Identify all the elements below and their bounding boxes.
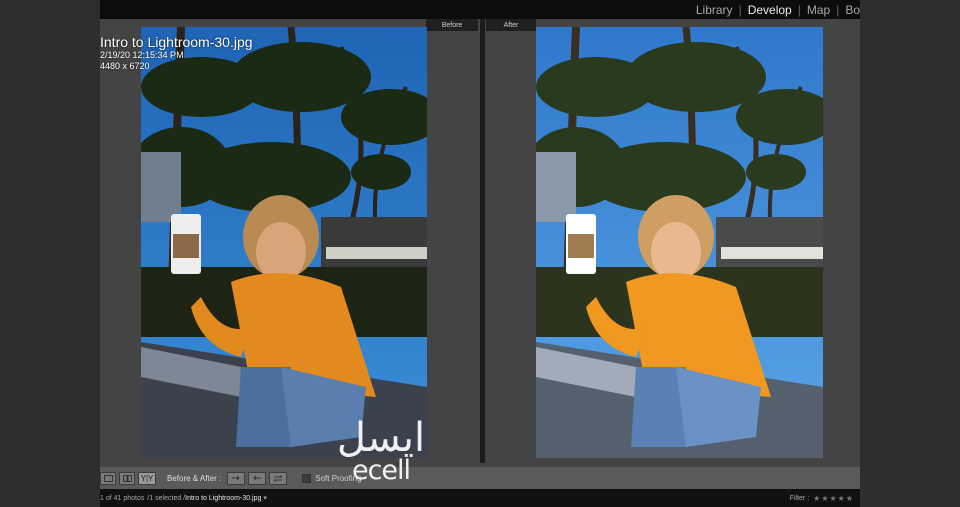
after-photo[interactable] — [536, 27, 823, 458]
before-pane-header: Before — [426, 19, 478, 31]
right-backdrop — [860, 0, 960, 507]
arrow-left-icon — [253, 475, 262, 481]
after-photo-image — [536, 27, 823, 458]
swap-before-after-button[interactable] — [269, 471, 288, 485]
photo-count: 1 of 41 photos — [100, 494, 145, 502]
before-after-label: Before & After : — [167, 473, 222, 483]
loupe-view-button[interactable] — [100, 471, 116, 485]
pane-divider — [480, 19, 485, 463]
filter-bar: Filter : ★★★★★ — [790, 489, 854, 507]
module-develop[interactable]: Develop — [748, 3, 792, 17]
before-label: Before — [441, 21, 463, 29]
after-pane-header: After — [486, 19, 536, 31]
module-separator: | — [797, 2, 801, 17]
filename-menu-arrow-icon[interactable]: ▾ — [263, 494, 267, 502]
develop-toolbar: Y|Y Before & After : Soft Proofing — [100, 467, 860, 489]
photo-datetime: 2/19/20 12:15:34 PM — [100, 50, 184, 60]
swap-icon — [273, 474, 283, 482]
before-photo-image — [141, 27, 427, 458]
photo-filename: Intro to Lightroom-30.jpg — [100, 34, 253, 50]
copy-before-to-after-button[interactable] — [227, 471, 246, 485]
watermark-latin-text: ecell — [351, 455, 411, 486]
watermark-arabic-text: ایسل — [336, 415, 426, 461]
photo-info-overlay: Intro to Lightroom-30.jpg 2/19/20 12:15:… — [100, 34, 253, 72]
lightroom-window: Library | Develop | Map | Bo Before Afte… — [100, 0, 860, 507]
rating-filter-stars[interactable]: ★★★★★ — [813, 494, 854, 503]
module-map[interactable]: Map — [807, 3, 830, 17]
selection-count: /1 selected / — [147, 494, 186, 502]
arrow-right-icon — [232, 475, 240, 481]
module-picker: Library | Develop | Map | Bo — [696, 0, 860, 19]
after-label: After — [503, 21, 519, 29]
current-filename[interactable]: Intro to Lightroom-30.jpg — [185, 495, 261, 502]
module-book[interactable]: Bo — [845, 3, 860, 17]
loupe-icon — [103, 474, 113, 482]
module-library[interactable]: Library — [696, 3, 733, 17]
module-separator: | — [738, 2, 742, 17]
soft-proofing-checkbox[interactable] — [302, 473, 312, 483]
photo-dimensions: 4480 x 6720 — [100, 61, 150, 71]
filmstrip-status-bar: 1 of 41 photos /1 selected / Intro to Li… — [100, 489, 860, 507]
before-after-view-button[interactable]: Y|Y — [138, 471, 156, 485]
before-photo[interactable] — [141, 27, 427, 458]
left-backdrop — [0, 0, 100, 507]
compare-icon — [122, 474, 132, 482]
module-separator: | — [836, 2, 840, 17]
filter-label: Filter : — [789, 494, 810, 502]
module-nav-bar: Library | Develop | Map | Bo — [100, 0, 860, 19]
copy-after-to-before-button[interactable] — [248, 471, 267, 485]
compare-view-button[interactable] — [119, 471, 135, 485]
watermark-logo: ایسل ecell — [316, 418, 446, 488]
